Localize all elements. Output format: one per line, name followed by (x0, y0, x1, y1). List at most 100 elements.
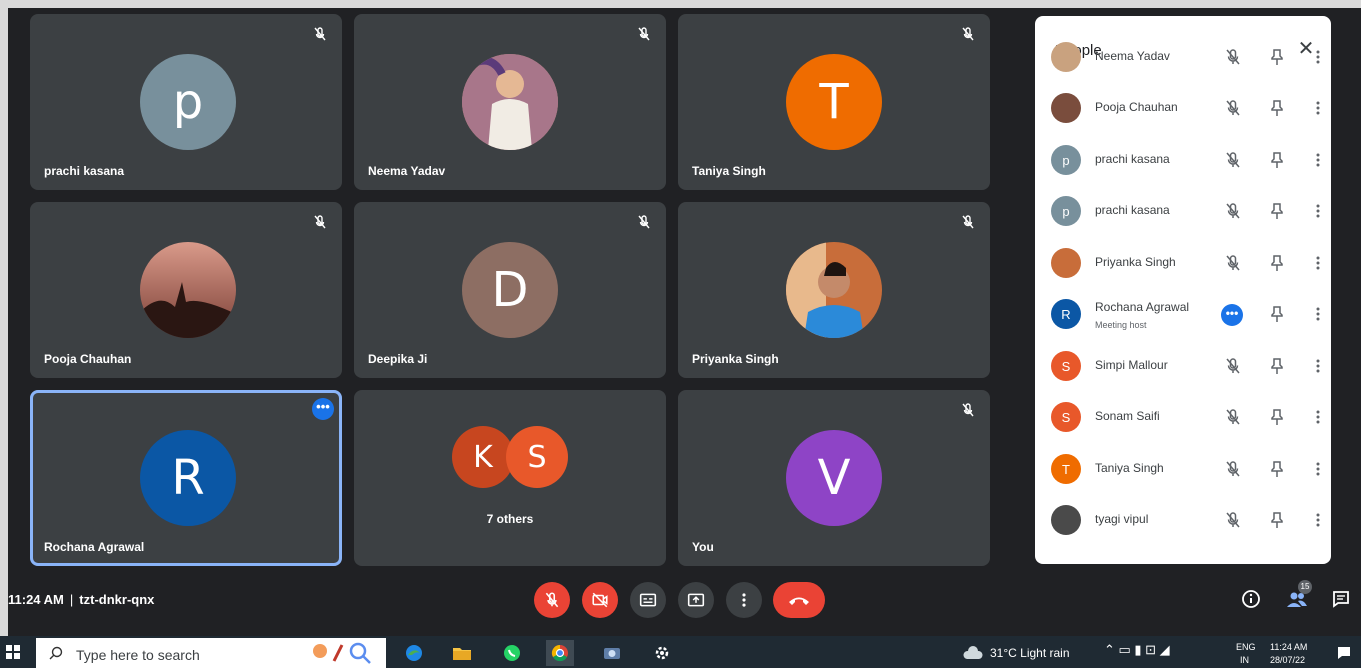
people-list-item[interactable]: p prachi kasana (1035, 186, 1331, 237)
people-list-item[interactable]: T Taniya Singh (1035, 444, 1331, 495)
mic-toggle-button[interactable] (534, 582, 570, 618)
participant-tile[interactable]: p prachi kasana (30, 14, 342, 190)
more-vert-icon[interactable] (1313, 47, 1323, 67)
mic-off-icon[interactable] (1223, 150, 1243, 170)
more-vert-icon[interactable] (1313, 510, 1323, 530)
more-vert-icon[interactable] (1313, 201, 1323, 221)
taskbar-file-explorer[interactable] (448, 640, 476, 666)
people-list-item[interactable]: p prachi kasana (1035, 135, 1331, 186)
more-vert-icon[interactable] (1313, 407, 1323, 427)
mic-off-icon[interactable] (1223, 510, 1243, 530)
pin-icon[interactable] (1267, 510, 1287, 530)
windows-start-icon[interactable] (6, 645, 20, 659)
mic-off-icon[interactable] (1223, 253, 1243, 273)
mic-off-icon[interactable] (1223, 356, 1243, 376)
more-vert-icon[interactable] (1313, 150, 1323, 170)
weather-text[interactable]: 31°C Light rain (990, 646, 1070, 660)
avatar (1051, 505, 1081, 535)
participant-name: Pooja Chauhan (44, 352, 132, 366)
people-button[interactable]: 15 (1284, 580, 1312, 612)
person-name: Pooja Chauhan (1095, 100, 1178, 114)
taskbar-camera[interactable] (598, 640, 626, 666)
people-list-item[interactable]: Pooja Chauhan (1035, 83, 1331, 134)
phone-hangup-icon (789, 597, 809, 605)
taskbar-chrome[interactable] (546, 640, 574, 666)
participant-tile[interactable]: D Deepika Ji (354, 202, 666, 378)
notification-icon[interactable] (1336, 645, 1352, 661)
pin-icon[interactable] (1267, 304, 1287, 324)
leave-call-button[interactable] (773, 582, 825, 618)
pin-icon[interactable] (1267, 201, 1287, 221)
mic-off-icon[interactable] (1223, 201, 1243, 221)
chat-button[interactable] (1328, 586, 1354, 612)
pin-icon[interactable] (1267, 407, 1287, 427)
more-vert-icon[interactable] (1313, 356, 1323, 376)
present-screen-button[interactable] (678, 582, 714, 618)
mic-off-icon[interactable] (1223, 98, 1243, 118)
mic-off-icon[interactable] (1223, 47, 1243, 67)
meeting-code: tzt-dnkr-qnx (79, 592, 155, 607)
people-panel: People ✕ Neema YadavPooja Chauhanpprachi… (1035, 16, 1331, 564)
tray-icons[interactable]: ⌃ ▭ ▮ ⊡ ◢ (1104, 642, 1170, 658)
people-list-item[interactable]: R Rochana Agrawal Meeting host ••• (1035, 289, 1331, 340)
present-icon (687, 593, 705, 607)
taskbar-search-box[interactable]: Type here to search (36, 638, 386, 668)
more-vert-icon[interactable] (1313, 253, 1323, 273)
camera-off-icon (592, 592, 608, 608)
taskbar-settings[interactable] (648, 640, 676, 666)
pin-icon[interactable] (1267, 459, 1287, 479)
avatar-photo (786, 242, 882, 338)
mic-off-icon (638, 215, 650, 229)
self-tile[interactable]: V You (678, 390, 990, 566)
participant-tile[interactable]: Pooja Chauhan (30, 202, 342, 378)
participant-tile[interactable]: T Taniya Singh (678, 14, 990, 190)
clock-date[interactable]: 28/07/22 (1270, 655, 1305, 665)
more-vert-icon (742, 593, 746, 607)
pin-icon[interactable] (1267, 47, 1287, 67)
search-highlight-icon (313, 642, 371, 664)
meeting-details-button[interactable] (1238, 586, 1264, 612)
language-sub: IN (1240, 655, 1249, 665)
person-name: Priyanka Singh (1095, 255, 1176, 269)
language-indicator[interactable]: ENG (1236, 642, 1256, 652)
mic-off-icon (314, 27, 326, 41)
pin-icon[interactable] (1267, 356, 1287, 376)
people-list-item[interactable]: Neema Yadav (1035, 32, 1331, 83)
chat-icon (1333, 591, 1349, 608)
pin-icon[interactable] (1267, 98, 1287, 118)
clock-time[interactable]: 11:24 AM (1270, 642, 1307, 652)
people-list-item[interactable]: S Sonam Saifi (1035, 392, 1331, 443)
mic-off-icon (962, 27, 974, 41)
more-vert-icon[interactable] (1313, 459, 1323, 479)
avatar: p (140, 54, 236, 150)
camera-toggle-button[interactable] (582, 582, 618, 618)
mic-off-icon[interactable] (1223, 407, 1243, 427)
others-tile[interactable]: K S 7 others (354, 390, 666, 566)
more-vert-icon[interactable] (1313, 304, 1323, 324)
more-options-icon[interactable]: ••• (1221, 304, 1243, 326)
taskbar-whatsapp[interactable] (498, 640, 526, 666)
person-name: Neema Yadav (1095, 49, 1170, 63)
windows-taskbar: Type here to search 31°C Light rain ⌃ ▭ … (0, 636, 1361, 668)
pin-icon[interactable] (1267, 150, 1287, 170)
more-vert-icon[interactable] (1313, 98, 1323, 118)
avatar-photo (140, 242, 236, 338)
participant-tile-speaking[interactable]: ••• R Rochana Agrawal (30, 390, 342, 566)
pin-icon[interactable] (1267, 253, 1287, 273)
participant-tile[interactable]: Neema Yadav (354, 14, 666, 190)
people-list-item[interactable]: S Simpi Mallour (1035, 341, 1331, 392)
more-options-button[interactable] (726, 582, 762, 618)
people-list-item[interactable]: tyagi vipul (1035, 495, 1331, 546)
participant-tile[interactable]: Priyanka Singh (678, 202, 990, 378)
participant-name: You (692, 540, 714, 554)
avatar: S (1051, 351, 1081, 381)
participant-name: prachi kasana (44, 164, 125, 178)
avatar (1051, 42, 1081, 72)
person-name: Sonam Saifi (1095, 409, 1160, 423)
people-list-item[interactable]: Priyanka Singh (1035, 238, 1331, 289)
weather-cloud-icon (963, 646, 983, 659)
mic-off-icon[interactable] (1223, 459, 1243, 479)
captions-button[interactable] (630, 582, 666, 618)
taskbar-edge[interactable] (400, 640, 428, 666)
more-options-icon[interactable]: ••• (312, 398, 334, 420)
